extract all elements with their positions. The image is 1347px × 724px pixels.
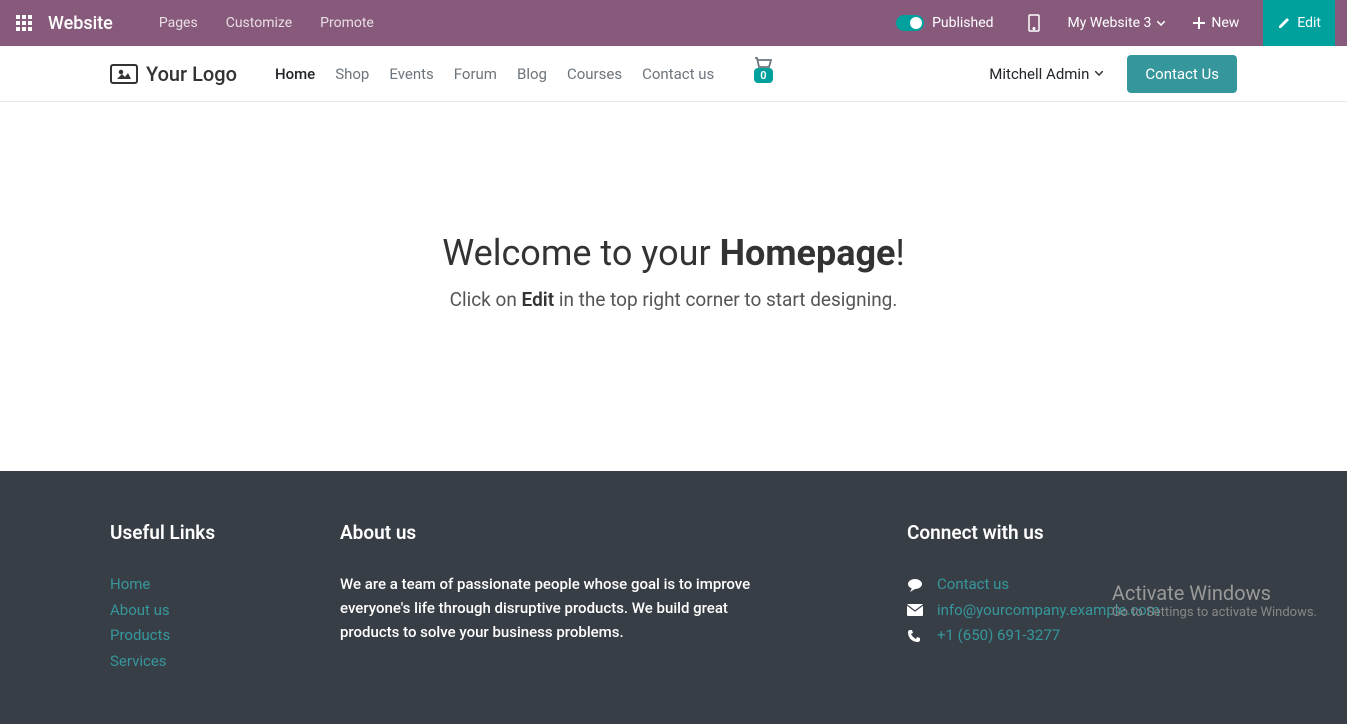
menu-customize[interactable]: Customize — [212, 15, 306, 31]
footer-connect-title: Connect with us — [907, 521, 1237, 544]
published-label: Published — [932, 15, 993, 31]
hero-subtitle: Click on Edit in the top right corner to… — [20, 288, 1327, 311]
site-footer: Useful Links Home About us Products Serv… — [0, 471, 1347, 724]
pencil-icon — [1277, 16, 1291, 30]
edit-button-label: Edit — [1297, 15, 1321, 31]
footer-about-title: About us — [340, 521, 780, 544]
site-logo[interactable]: Your Logo — [110, 62, 237, 86]
mobile-preview-icon[interactable] — [1014, 14, 1054, 32]
chevron-down-icon — [1095, 71, 1103, 76]
apps-icon[interactable] — [0, 15, 48, 31]
logo-text: Your Logo — [146, 62, 237, 86]
footer-link-products[interactable]: Products — [110, 623, 280, 649]
nav-courses[interactable]: Courses — [557, 65, 632, 83]
new-button-label: New — [1211, 15, 1239, 31]
envelope-icon — [907, 604, 923, 616]
footer-link-about[interactable]: About us — [110, 598, 280, 624]
image-icon — [110, 64, 138, 84]
contact-us-button[interactable]: Contact Us — [1127, 55, 1237, 93]
site-navbar: Your Logo Home Shop Events Forum Blog Co… — [0, 46, 1347, 102]
nav-forum[interactable]: Forum — [444, 65, 507, 83]
user-menu[interactable]: Mitchell Admin — [975, 65, 1117, 83]
footer-contact-link[interactable]: Contact us — [937, 572, 1009, 598]
new-button[interactable]: New — [1179, 15, 1253, 31]
nav-home[interactable]: Home — [265, 65, 325, 83]
phone-icon — [907, 629, 923, 643]
admin-topbar: Website Pages Customize Promote Publishe… — [0, 0, 1347, 46]
footer-links-title: Useful Links — [110, 521, 280, 544]
menu-promote[interactable]: Promote — [306, 15, 388, 31]
user-name: Mitchell Admin — [989, 65, 1089, 83]
footer-links-column: Useful Links Home About us Products Serv… — [110, 521, 280, 674]
nav-events[interactable]: Events — [379, 65, 443, 83]
app-brand[interactable]: Website — [48, 13, 145, 34]
menu-pages[interactable]: Pages — [145, 15, 212, 31]
footer-link-home[interactable]: Home — [110, 572, 280, 598]
published-toggle[interactable] — [896, 15, 924, 31]
footer-connect-column: Connect with us Contact us info@yourcomp… — [907, 521, 1237, 674]
nav-contact[interactable]: Contact us — [632, 65, 724, 83]
chevron-down-icon — [1157, 21, 1165, 26]
footer-email-link[interactable]: info@yourcompany.example.com — [937, 598, 1160, 624]
nav-blog[interactable]: Blog — [507, 65, 557, 83]
plus-icon — [1193, 17, 1205, 29]
cart-button[interactable]: 0 — [744, 57, 782, 91]
website-selector[interactable]: My Website 3 — [1054, 15, 1180, 31]
hero-title: Welcome to your Homepage! — [20, 232, 1327, 274]
speech-bubble-icon — [907, 578, 923, 592]
website-selector-label: My Website 3 — [1068, 15, 1152, 31]
footer-phone-link[interactable]: +1 (650) 691-3277 — [937, 623, 1060, 649]
edit-button[interactable]: Edit — [1263, 0, 1335, 46]
cart-count-badge: 0 — [754, 68, 772, 83]
footer-link-services[interactable]: Services — [110, 649, 280, 675]
nav-shop[interactable]: Shop — [325, 65, 379, 83]
footer-about-text: We are a team of passionate people whose… — [340, 572, 780, 644]
footer-about-column: About us We are a team of passionate peo… — [340, 521, 780, 674]
hero-section: Welcome to your Homepage! Click on Edit … — [0, 102, 1347, 471]
